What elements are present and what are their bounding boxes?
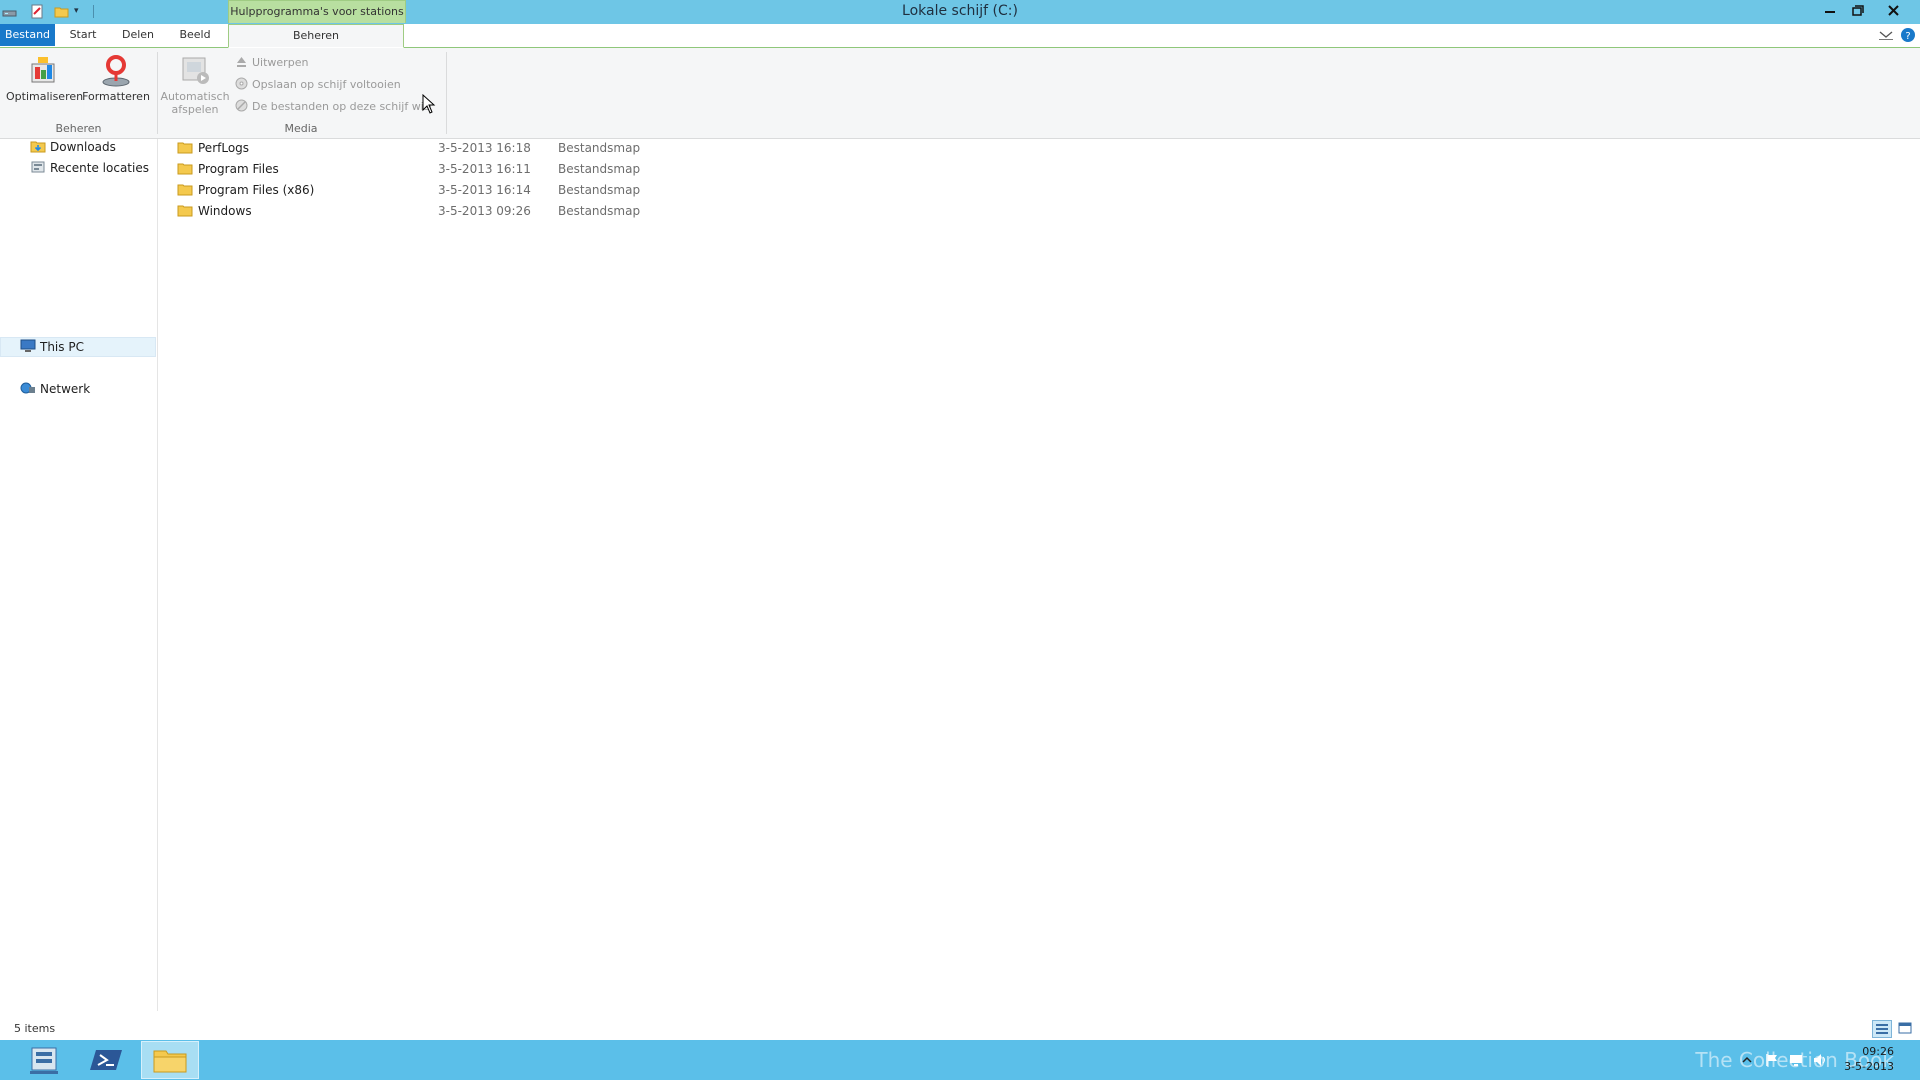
ribbon-collapse-icon[interactable] (1878, 28, 1894, 42)
title-bar: ▾ Hulpprogramma's voor stations Lokale s… (0, 0, 1920, 24)
file-type: Bestandsmap (558, 141, 641, 155)
finish-burning-label: Opslaan op schijf voltooien (252, 78, 401, 91)
clock-time: 09:26 (1862, 1045, 1894, 1058)
group-label-media: Media (284, 122, 318, 135)
nav-item-recent[interactable]: Recente locaties (30, 160, 149, 175)
show-hidden-icons-icon[interactable] (1741, 1054, 1753, 1066)
nav-item-network[interactable]: Netwerk (20, 381, 90, 396)
powershell-icon (90, 1050, 122, 1070)
group-separator (446, 52, 447, 134)
autoplay-label-line2: afspelen (171, 103, 219, 116)
optimize-drive-icon (28, 54, 60, 88)
large-icons-view-icon (1898, 1022, 1912, 1034)
group-label-beheren: Beheren (55, 122, 102, 135)
autoplay-button[interactable]: Automatisch afspelen (160, 54, 230, 116)
tab-start[interactable]: Start (63, 24, 103, 46)
tab-beheren[interactable]: Beheren (228, 24, 404, 48)
eject-icon (235, 55, 248, 68)
volume-icon[interactable] (1812, 1052, 1828, 1068)
erase-disc-label: De bestanden op deze schijf wissen (252, 100, 431, 113)
file-name: Windows (198, 204, 252, 218)
folder-icon (177, 141, 193, 154)
table-row[interactable]: PerfLogs 3-5-2013 16:18 Bestandsmap (158, 139, 958, 159)
large-icons-view-button[interactable] (1896, 1020, 1916, 1038)
eject-label: Uitwerpen (252, 56, 309, 69)
action-center-flag-icon[interactable] (1764, 1052, 1780, 1068)
format-drive-icon (100, 54, 132, 88)
file-type: Bestandsmap (558, 183, 641, 197)
burn-disc-icon (235, 77, 248, 90)
network-tray-icon[interactable] (1788, 1052, 1804, 1068)
system-clock[interactable]: 09:26 3-5-2013 (1844, 1044, 1894, 1074)
file-list: PerfLogs 3-5-2013 16:18 Bestandsmap Prog… (158, 139, 1920, 1011)
details-view-button[interactable] (1872, 1020, 1892, 1038)
computer-icon (20, 339, 36, 353)
nav-label-this-pc: This PC (40, 340, 84, 354)
file-name: Program Files (x86) (198, 183, 315, 197)
finish-burning-button[interactable]: Opslaan op schijf voltooien (235, 77, 401, 91)
optimize-button[interactable]: Optimaliseren (6, 54, 84, 103)
tab-delen[interactable]: Delen (116, 24, 160, 46)
nav-label-network: Netwerk (40, 382, 91, 396)
optimize-label: Optimaliseren (6, 90, 84, 103)
server-manager-button[interactable] (18, 1041, 74, 1079)
file-name: PerfLogs (198, 141, 250, 155)
powershell-button[interactable] (80, 1041, 136, 1079)
file-date: 3-5-2013 16:18 (438, 141, 531, 155)
file-explorer-button[interactable] (141, 1041, 199, 1079)
details-view-icon (1876, 1024, 1888, 1034)
eject-button[interactable]: Uitwerpen (235, 55, 308, 69)
nav-item-downloads[interactable]: Downloads (30, 139, 116, 154)
close-button[interactable] (1880, 0, 1908, 22)
format-label: Formatteren (82, 90, 150, 103)
restore-button[interactable] (1843, 0, 1871, 22)
file-date: 3-5-2013 16:11 (438, 162, 531, 176)
ribbon-panel: Optimaliseren Formatteren Beheren Automa… (0, 48, 1920, 139)
svg-text:?: ? (1905, 31, 1910, 42)
table-row[interactable]: Program Files (x86) 3-5-2013 16:14 Besta… (158, 181, 958, 201)
autoplay-icon (179, 54, 211, 88)
help-icon[interactable]: ? (1900, 27, 1916, 43)
folder-icon (177, 204, 193, 217)
navigation-pane: Downloads Recente locaties This PC Netwe… (0, 139, 158, 1011)
file-type: Bestandsmap (558, 204, 641, 218)
file-type: Bestandsmap (558, 162, 641, 176)
window-title: Lokale schijf (C:) (902, 3, 1018, 19)
file-name: Program Files (198, 162, 279, 176)
downloads-folder-icon (30, 139, 46, 153)
folder-icon (177, 162, 193, 175)
autoplay-label-line1: Automatisch (160, 90, 230, 103)
format-button[interactable]: Formatteren (82, 54, 150, 103)
status-bar: 5 items (0, 1018, 1920, 1040)
folder-icon (177, 183, 193, 196)
table-row[interactable]: Windows 3-5-2013 09:26 Bestandsmap (158, 202, 958, 222)
table-row[interactable]: Program Files 3-5-2013 16:11 Bestandsmap (158, 160, 958, 180)
nav-label-downloads: Downloads (50, 140, 116, 154)
file-date: 3-5-2013 09:26 (438, 204, 531, 218)
erase-disc-icon (235, 99, 248, 112)
network-icon (20, 381, 36, 395)
file-explorer-icon (153, 1050, 187, 1073)
ribbon-tabs: Bestand Start Delen Beeld Beheren ? (0, 24, 1920, 48)
nav-label-recent: Recente locaties (50, 161, 149, 175)
server-manager-icon (30, 1047, 58, 1074)
recent-places-icon (30, 160, 46, 174)
tab-beeld[interactable]: Beeld (172, 24, 218, 46)
clock-date: 3-5-2013 (1844, 1060, 1894, 1073)
taskbar: The Collection Book 09:26 3-5-2013 (0, 1040, 1920, 1080)
file-date: 3-5-2013 16:14 (438, 183, 531, 197)
erase-disc-button[interactable]: De bestanden op deze schijf wissen (235, 99, 431, 113)
minimize-button[interactable] (1816, 0, 1844, 22)
nav-item-this-pc-content[interactable]: This PC (20, 339, 84, 354)
mouse-cursor-icon (422, 93, 436, 114)
item-count: 5 items (14, 1022, 56, 1035)
tab-bestand[interactable]: Bestand (0, 24, 55, 46)
